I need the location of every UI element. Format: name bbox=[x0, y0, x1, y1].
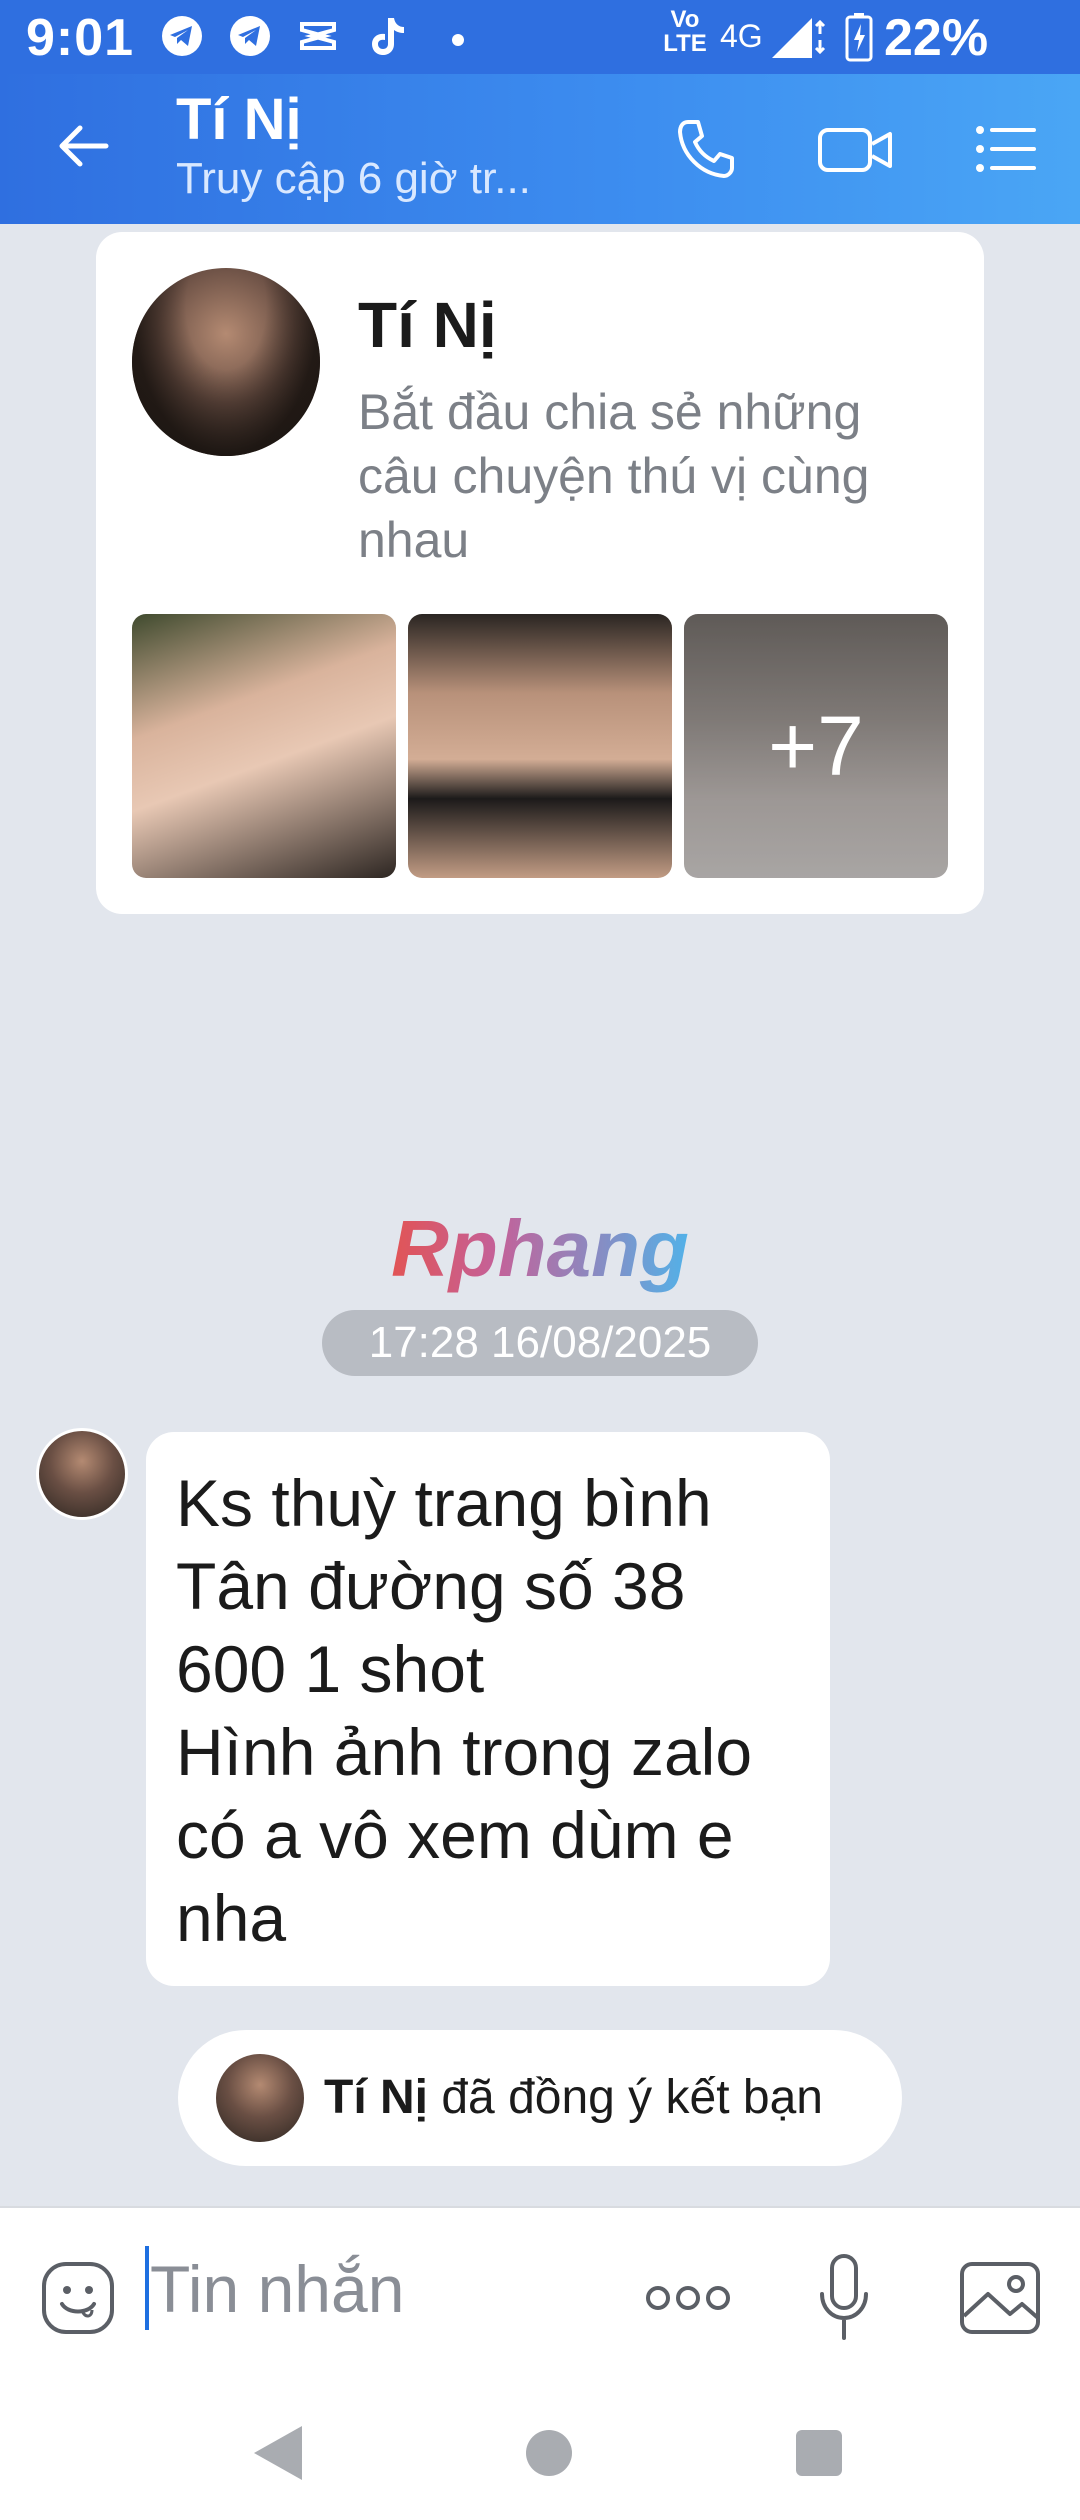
image-icon[interactable] bbox=[958, 2256, 1042, 2340]
watermark-logo: Rphang bbox=[391, 1204, 689, 1293]
message-input[interactable] bbox=[150, 2244, 600, 2334]
message-timestamp: 17:28 16/08/2025 bbox=[322, 1310, 758, 1376]
menu-list-icon[interactable] bbox=[970, 114, 1040, 184]
profile-card[interactable]: Tí Nị Bắt đầu chia sẻ những câu chuyện t… bbox=[96, 232, 984, 914]
sender-avatar[interactable] bbox=[36, 1428, 128, 1520]
notice-text: Tí Nị đã đồng ý kết bạn bbox=[324, 2070, 823, 2125]
message-line: Tân đường số 38 bbox=[176, 1549, 686, 1623]
more-photos-count: +7 bbox=[684, 614, 948, 878]
status-time: 9:01 bbox=[26, 9, 135, 67]
notice-name: Tí Nị bbox=[324, 2071, 428, 2124]
status-bar: 9:01 Vo LTE 4G 22% bbox=[0, 0, 1080, 74]
nav-back-icon[interactable] bbox=[250, 2422, 306, 2484]
message-composer bbox=[0, 2206, 1080, 2388]
message-line: Ks thuỳ trang bình bbox=[176, 1466, 712, 1540]
message-line: có a vô xem dùm e bbox=[176, 1798, 734, 1872]
text-caret bbox=[145, 2246, 149, 2330]
notice-message: đã đồng ý kết bạn bbox=[428, 2071, 823, 2124]
message-line: nha bbox=[176, 1881, 287, 1955]
system-navigation-bar bbox=[0, 2386, 1080, 2520]
chat-header: Tí Nị Truy cập 6 giờ tr... bbox=[0, 74, 1080, 224]
svg-text:Rphang: Rphang bbox=[391, 1204, 689, 1293]
chat-title[interactable]: Tí Nị bbox=[176, 86, 302, 153]
avatar[interactable] bbox=[132, 268, 320, 456]
telegram-icon bbox=[230, 16, 270, 56]
profile-name: Tí Nị bbox=[358, 289, 497, 361]
profile-photo-thumbnail[interactable]: +7 bbox=[684, 614, 948, 878]
nav-recents-icon[interactable] bbox=[796, 2430, 842, 2476]
battery-icon bbox=[845, 13, 873, 62]
profile-photo-thumbnail[interactable] bbox=[132, 614, 396, 878]
signal-icon bbox=[772, 18, 826, 58]
message-bubble[interactable]: Ks thuỳ trang bình Tân đường số 38 600 1… bbox=[146, 1432, 830, 1986]
tiktok-icon bbox=[372, 18, 404, 55]
profile-photo-thumbnail[interactable] bbox=[408, 614, 672, 878]
battery-percent: 22% bbox=[884, 9, 989, 67]
friend-accepted-notice: Tí Nị đã đồng ý kết bạn bbox=[178, 2030, 902, 2166]
message-line: Hình ảnh trong zalo bbox=[176, 1715, 753, 1789]
message-line: 600 1 shot bbox=[176, 1632, 485, 1706]
network-type: 4G bbox=[720, 18, 763, 54]
profile-bio: Bắt đầu chia sẻ những câu chuyện thú vị … bbox=[358, 384, 870, 568]
back-arrow-icon[interactable] bbox=[52, 114, 116, 178]
last-seen-status: Truy cập 6 giờ tr... bbox=[176, 154, 531, 203]
phone-icon[interactable] bbox=[670, 114, 740, 184]
video-call-icon[interactable] bbox=[816, 114, 896, 184]
more-dots-icon[interactable] bbox=[644, 2278, 732, 2318]
telegram-icon bbox=[162, 16, 202, 56]
microphone-icon[interactable] bbox=[816, 2252, 872, 2344]
emoji-icon[interactable] bbox=[40, 2260, 116, 2336]
notification-dot-icon bbox=[452, 34, 464, 46]
nav-home-icon[interactable] bbox=[526, 2430, 572, 2476]
capcut-icon bbox=[300, 22, 336, 50]
avatar[interactable] bbox=[216, 2054, 304, 2142]
volte-indicator: Vo LTE bbox=[663, 6, 707, 57]
